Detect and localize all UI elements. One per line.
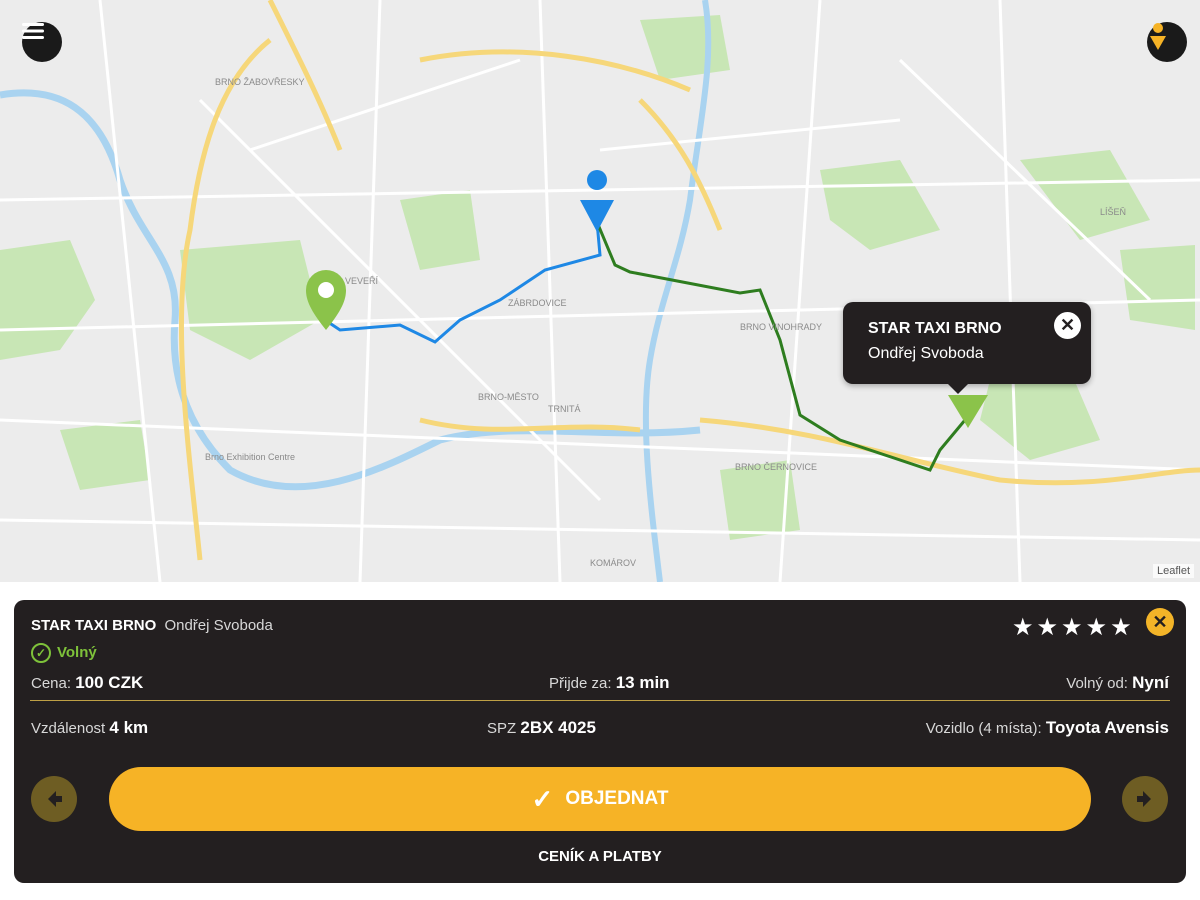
plate-label: SPZ xyxy=(487,720,517,737)
popup-tail xyxy=(948,384,968,394)
current-location-person-icon[interactable] xyxy=(580,170,614,232)
order-button[interactable]: ✓ OBJEDNAT xyxy=(109,767,1091,831)
check-circle-icon: ✓ xyxy=(31,643,51,663)
free-from-value: Nyní xyxy=(1132,673,1169,692)
arrival-row: Přijde za: 13 min xyxy=(549,673,670,693)
rating-stars: ★★★★★ xyxy=(1012,614,1135,641)
popup-company: STAR TAXI BRNO xyxy=(868,320,1002,337)
check-icon: ✓ xyxy=(531,783,554,814)
distance-value: 4 km xyxy=(109,718,149,737)
svg-text:BRNO ŽABOVŘESKY: BRNO ŽABOVŘESKY xyxy=(215,77,305,87)
svg-text:KOMÁROV: KOMÁROV xyxy=(590,558,636,568)
plate-value: 2BX 4025 xyxy=(520,718,596,737)
taxi-location-pin-icon[interactable] xyxy=(948,395,988,428)
price-label: Cena: xyxy=(31,675,72,692)
svg-text:BRNO ČERNOVICE: BRNO ČERNOVICE xyxy=(735,462,817,472)
svg-text:BRNO-MĚSTO: BRNO-MĚSTO xyxy=(478,392,539,402)
popup-driver: Ondřej Svoboda xyxy=(868,345,984,362)
svg-text:LÍŠEŇ: LÍŠEŇ xyxy=(1100,207,1126,217)
distance-label: Vzdálenost xyxy=(31,720,106,737)
status-text: Volný xyxy=(57,644,97,661)
close-panel-icon[interactable]: ✕ xyxy=(1146,608,1174,636)
free-from-row: Volný od: Nyní xyxy=(1066,673,1169,693)
distance-row: Vzdálenost 4 km xyxy=(31,718,148,738)
driver-name: Ondřej Svoboda xyxy=(164,617,273,634)
taxi-popup: STAR TAXI BRNO Ondřej Svoboda ✕ xyxy=(843,302,1091,394)
svg-text:Brno Exhibition Centre: Brno Exhibition Centre xyxy=(205,452,295,462)
previous-taxi-button[interactable] xyxy=(31,776,77,822)
arrival-label: Přijde za: xyxy=(549,675,612,692)
arrival-value: 13 min xyxy=(615,673,670,692)
arrow-left-icon xyxy=(48,791,62,807)
hamburger-menu-icon[interactable] xyxy=(22,22,62,62)
vehicle-label: Vozidlo (4 místa): xyxy=(925,720,1042,737)
close-icon[interactable]: ✕ xyxy=(1054,312,1081,339)
price-value: 100 CZK xyxy=(75,673,144,692)
svg-text:VEVEŘÍ: VEVEŘÍ xyxy=(345,276,379,286)
vehicle-value: Toyota Avensis xyxy=(1045,718,1169,737)
svg-text:TRNITÁ: TRNITÁ xyxy=(548,404,581,414)
pricing-link[interactable]: CENÍK A PLATBY xyxy=(14,848,1186,865)
map-view[interactable]: BRNO ŽABOVŘESKY Brno Exhibition Centre B… xyxy=(0,0,1200,582)
map-canvas: BRNO ŽABOVŘESKY Brno Exhibition Centre B… xyxy=(0,0,1200,582)
taxi-header: STAR TAXI BRNO Ondřej Svoboda xyxy=(31,617,273,634)
taxi-detail-panel: STAR TAXI BRNO Ondřej Svoboda ★★★★★ ✕ ✓ V… xyxy=(14,600,1186,883)
company-name: STAR TAXI BRNO xyxy=(31,617,157,634)
order-button-label: OBJEDNAT xyxy=(565,788,669,809)
status-row: ✓ Volný xyxy=(31,643,97,663)
next-taxi-button[interactable] xyxy=(1122,776,1168,822)
plate-row: SPZ 2BX 4025 xyxy=(487,718,596,738)
price-row: Cena: 100 CZK xyxy=(31,673,143,693)
arrow-right-icon xyxy=(1137,791,1151,807)
person-pin-icon[interactable] xyxy=(1147,22,1187,62)
divider xyxy=(30,700,1170,701)
svg-text:ZÁBRDOVICE: ZÁBRDOVICE xyxy=(508,298,567,308)
svg-text:BRNO VINOHRADY: BRNO VINOHRADY xyxy=(740,322,822,332)
vehicle-row: Vozidlo (4 místa): Toyota Avensis xyxy=(926,718,1169,738)
map-attribution[interactable]: Leaflet xyxy=(1152,564,1194,578)
free-from-label: Volný od: xyxy=(1066,675,1128,692)
